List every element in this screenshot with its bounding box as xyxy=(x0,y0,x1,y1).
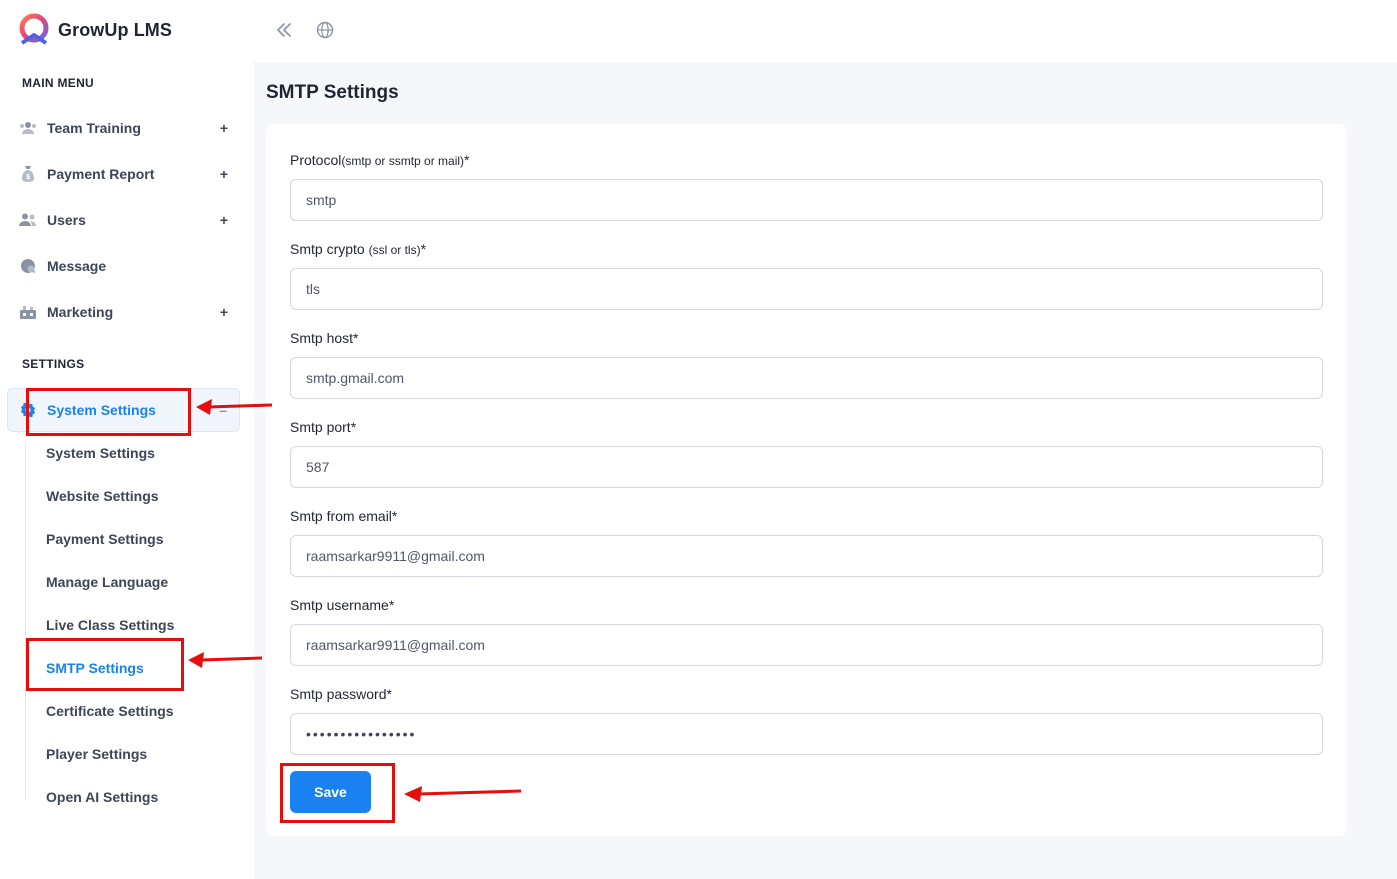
svg-text:$: $ xyxy=(26,173,31,181)
smtp-crypto-label: Smtp crypto (ssl or tls)* xyxy=(290,241,427,257)
annotation-arrow-icon xyxy=(196,399,273,415)
annotation-arrow-icon xyxy=(188,652,263,668)
protocol-label: Protocol(smtp or ssmtp or mail)* xyxy=(290,152,470,168)
money-bag-icon: $ xyxy=(18,164,38,184)
protocol-input[interactable]: smtp xyxy=(290,179,1323,221)
sidebar-item-message[interactable]: Message xyxy=(16,248,240,284)
smtp-settings-form: Protocol(smtp or ssmtp or mail)* smtp Sm… xyxy=(266,124,1347,836)
submenu-item-website-settings[interactable]: Website Settings xyxy=(46,488,159,504)
users-icon xyxy=(18,210,38,230)
smtp-crypto-input[interactable]: tls xyxy=(290,268,1323,310)
smtp-host-label: Smtp host* xyxy=(290,330,359,346)
brand-name: GrowUp LMS xyxy=(58,19,172,40)
highlight-box-smtp-settings xyxy=(26,638,184,691)
sidebar-item-payment-report[interactable]: $ Payment Report + xyxy=(16,156,240,192)
sidebar-item-label: Team Training xyxy=(47,120,141,136)
submenu-item-certificate-settings[interactable]: Certificate Settings xyxy=(46,703,174,719)
smtp-host-input[interactable]: smtp.gmail.com xyxy=(290,357,1323,399)
smtp-from-email-label: Smtp from email* xyxy=(290,508,398,524)
smtp-port-input[interactable]: 587 xyxy=(290,446,1323,488)
smtp-username-label: Smtp username* xyxy=(290,597,395,613)
page-title: SMTP Settings xyxy=(266,82,399,103)
submenu-item-payment-settings[interactable]: Payment Settings xyxy=(46,531,163,547)
highlight-box-save-button xyxy=(280,763,395,823)
logo-icon xyxy=(19,13,49,45)
sidebar-item-marketing[interactable]: Marketing + xyxy=(16,294,240,330)
marketing-icon xyxy=(18,302,38,322)
smtp-from-email-input[interactable]: raamsarkar9911@gmail.com xyxy=(290,535,1323,577)
expand-icon[interactable]: + xyxy=(216,166,232,182)
team-icon xyxy=(18,118,38,138)
globe-icon[interactable] xyxy=(315,20,335,40)
collapse-sidebar-icon[interactable] xyxy=(274,20,294,40)
smtp-password-label: Smtp password* xyxy=(290,686,392,702)
expand-icon[interactable]: + xyxy=(216,212,232,228)
sidebar-item-team-training[interactable]: Team Training + xyxy=(16,110,240,146)
main-menu-title: MAIN MENU xyxy=(22,76,95,90)
annotation-arrow-icon xyxy=(404,786,522,802)
submenu-item-manage-language[interactable]: Manage Language xyxy=(46,574,168,590)
sidebar-item-label: Marketing xyxy=(47,304,114,320)
smtp-port-label: Smtp port* xyxy=(290,419,357,435)
sidebar-item-label: Message xyxy=(47,258,107,274)
sidebar: GrowUp LMS MAIN MENU Team Training + $ P… xyxy=(0,0,254,879)
submenu-item-live-class-settings[interactable]: Live Class Settings xyxy=(46,617,174,633)
expand-icon[interactable]: + xyxy=(216,120,232,136)
top-bar xyxy=(254,0,1397,62)
sidebar-item-users[interactable]: Users + xyxy=(16,202,240,238)
brand-logo[interactable]: GrowUp LMS xyxy=(16,13,172,47)
submenu-item-player-settings[interactable]: Player Settings xyxy=(46,746,147,762)
submenu-divider xyxy=(25,443,26,800)
sidebar-item-label: Users xyxy=(47,212,86,228)
submenu-item-open-ai-settings[interactable]: Open AI Settings xyxy=(46,789,158,805)
sidebar-item-label: Payment Report xyxy=(47,166,155,182)
submenu-item-system-settings[interactable]: System Settings xyxy=(46,445,155,461)
message-icon xyxy=(18,256,38,276)
main-content: SMTP Settings Protocol(smtp or ssmtp or … xyxy=(254,62,1397,879)
smtp-username-input[interactable]: raamsarkar9911@gmail.com xyxy=(290,624,1323,666)
expand-icon[interactable]: + xyxy=(216,304,232,320)
smtp-password-input[interactable]: •••••••••••••••• xyxy=(290,713,1323,755)
highlight-box-system-settings xyxy=(26,388,191,436)
settings-title: SETTINGS xyxy=(22,357,85,371)
